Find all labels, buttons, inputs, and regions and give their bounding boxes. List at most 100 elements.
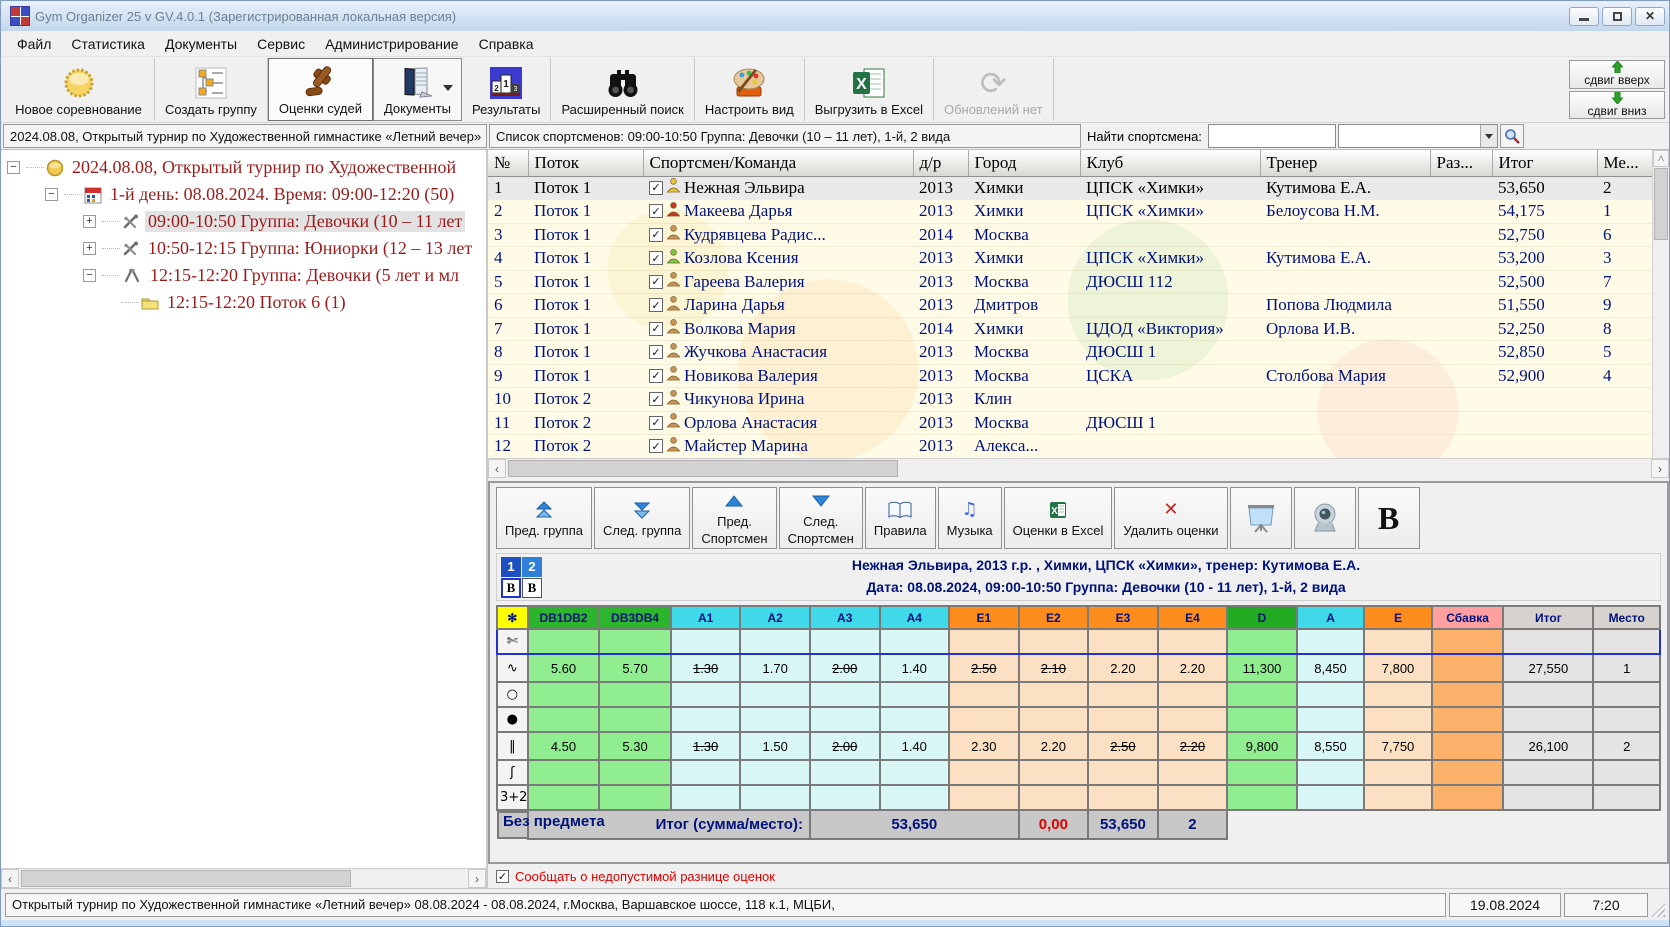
grid-header-E1[interactable]: E1 [949, 606, 1019, 629]
score-cell[interactable]: 11,300 [1227, 654, 1297, 682]
grid-header-DB1DB2[interactable]: DB1DB2 [528, 606, 600, 629]
score-cell[interactable] [671, 785, 741, 810]
score-cell[interactable] [740, 785, 810, 810]
score-cell[interactable]: 2.20 [1088, 654, 1158, 682]
column-header-д/р[interactable]: д/р [913, 150, 968, 176]
score-cell[interactable] [1158, 785, 1228, 810]
apparatus-row-1[interactable]: ∿5.605.701.301.702.001.402.502.102.202.2… [497, 654, 1660, 682]
tab-performance-1[interactable]: 1 [501, 557, 521, 577]
tree-expander[interactable]: − [7, 161, 20, 174]
athletes-horizontal-scrollbar[interactable]: ‹ › [488, 458, 1669, 478]
column-header-Раз...[interactable]: Раз... [1430, 150, 1492, 176]
athlete-checkbox[interactable]: ✓ [649, 392, 663, 406]
score-button-prev-group[interactable]: Пред. группа [496, 487, 592, 549]
maximize-button[interactable] [1602, 7, 1632, 26]
score-cell[interactable]: 26,100 [1503, 732, 1593, 760]
grid-header-DB3DB4[interactable]: DB3DB4 [599, 606, 671, 629]
score-cell[interactable] [1227, 629, 1297, 654]
column-header-Итог[interactable]: Итог [1492, 150, 1597, 176]
athlete-checkbox[interactable]: ✓ [649, 251, 663, 265]
score-cell[interactable] [1432, 707, 1504, 732]
score-cell[interactable] [949, 785, 1019, 810]
apparatus-row-2[interactable]: ○ [497, 682, 1660, 707]
tree-expander[interactable]: + [83, 242, 96, 255]
score-cell[interactable] [949, 682, 1019, 707]
score-cell[interactable] [740, 682, 810, 707]
score-cell[interactable] [599, 760, 671, 785]
apparatus-row-0[interactable]: ✄ [497, 629, 1660, 654]
score-button-music[interactable]: ♫Музыка [938, 487, 1002, 549]
tree-expander[interactable]: + [83, 215, 96, 228]
score-cell[interactable]: 1.40 [880, 732, 950, 760]
score-cell[interactable] [1297, 785, 1365, 810]
score-cell[interactable] [671, 682, 741, 707]
menu-item-Файл[interactable]: Файл [7, 33, 61, 55]
score-cell[interactable] [880, 785, 950, 810]
score-cell[interactable] [1593, 760, 1660, 785]
table-row[interactable]: 8Поток 1✓Жучкова Анастасия2013МоскваДЮСШ… [488, 341, 1655, 365]
score-cell[interactable] [1364, 629, 1432, 654]
menu-item-Документы[interactable]: Документы [155, 33, 247, 55]
tree-item-5[interactable]: 12:15-12:20 Поток 6 (1) [1, 289, 486, 316]
score-cell[interactable] [1227, 785, 1297, 810]
tree-item-0[interactable]: −2024.08.08, Открытый турнир по Художест… [1, 154, 486, 181]
toolbar-button-export-excel[interactable]: XВыгрузить в Excel [805, 58, 934, 121]
score-cell[interactable]: 1.40 [880, 654, 950, 682]
score-cell[interactable] [599, 707, 671, 732]
score-cell[interactable] [1019, 682, 1089, 707]
score-cell[interactable] [1088, 682, 1158, 707]
score-cell[interactable] [740, 707, 810, 732]
column-header-Город[interactable]: Город [968, 150, 1080, 176]
score-cell[interactable] [1364, 760, 1432, 785]
score-cell[interactable] [671, 629, 741, 654]
score-cell[interactable] [528, 629, 600, 654]
score-button-prev-athlete[interactable]: Пред.Спортсмен [692, 487, 776, 549]
tree-horizontal-scrollbar[interactable]: ‹ › [1, 868, 486, 888]
grid-header-A2[interactable]: A2 [740, 606, 810, 629]
athlete-checkbox[interactable]: ✓ [649, 439, 663, 453]
score-cell[interactable] [1088, 785, 1158, 810]
score-cell[interactable] [810, 629, 880, 654]
grid-header-E[interactable]: E [1364, 606, 1432, 629]
scroll-left-button[interactable]: ‹ [1, 869, 19, 888]
menu-item-Статистика[interactable]: Статистика [61, 33, 155, 55]
tree-item-4[interactable]: −12:15-12:20 Группа: Девочки (5 лет и мл [1, 262, 486, 289]
column-header-Ме...[interactable]: Ме... [1597, 150, 1655, 176]
table-row[interactable]: 1Поток 1✓Нежная Эльвира2013ХимкиЦПСК «Хи… [488, 176, 1655, 200]
score-cell[interactable] [671, 707, 741, 732]
grid-header-Итог[interactable]: Итог [1503, 606, 1593, 629]
score-cell[interactable] [1227, 707, 1297, 732]
grid-header-✻[interactable]: ✻ [497, 606, 528, 629]
column-header-№[interactable]: № [488, 150, 528, 176]
scroll-right-button[interactable]: › [468, 869, 486, 888]
score-button-next-athlete[interactable]: След.Спортсмен [779, 487, 863, 549]
menu-item-Администрирование[interactable]: Администрирование [315, 33, 469, 55]
tree-item-2[interactable]: +09:00-10:50 Группа: Девочки (10 – 11 ле… [1, 208, 486, 235]
scroll-up-button[interactable]: ˄ [1653, 150, 1669, 167]
score-cell[interactable]: 2.30 [949, 732, 1019, 760]
table-row[interactable]: 3Поток 1✓Кудрявцева Радис...2014Москва52… [488, 223, 1655, 247]
athlete-checkbox[interactable]: ✓ [649, 228, 663, 242]
score-cell[interactable] [880, 707, 950, 732]
score-button-next-group[interactable]: След. группа [594, 487, 690, 549]
score-button-webcam[interactable] [1294, 487, 1356, 549]
apparatus-row-6[interactable]: 3+2 [497, 785, 1660, 810]
score-cell[interactable] [1227, 682, 1297, 707]
score-cell[interactable]: 2.10 [1019, 654, 1089, 682]
score-cell[interactable] [740, 629, 810, 654]
toolbar-button-judge-scores[interactable]: Оценки судей [268, 58, 373, 121]
score-cell[interactable] [1297, 760, 1365, 785]
score-cell[interactable]: 1.30 [671, 732, 741, 760]
score-cell[interactable]: 1.70 [740, 654, 810, 682]
score-cell[interactable]: 1.50 [740, 732, 810, 760]
score-button-projection-screen[interactable] [1230, 487, 1292, 549]
score-cell[interactable]: 5.30 [599, 732, 671, 760]
score-button-delete-scores[interactable]: ✕Удалить оценки [1114, 487, 1227, 549]
column-header-Поток[interactable]: Поток [528, 150, 643, 176]
shift-down-button[interactable]: сдвиг вниз [1569, 91, 1665, 120]
table-row[interactable]: 11Поток 2✓Орлова Анастасия2013МоскваДЮСШ… [488, 411, 1655, 435]
table-row[interactable]: 2Поток 1✓Макеева Дарья2013ХимкиЦПСК «Хим… [488, 200, 1655, 224]
score-cell[interactable] [1432, 654, 1504, 682]
find-athlete-input[interactable] [1208, 124, 1336, 148]
athlete-checkbox[interactable]: ✓ [649, 322, 663, 336]
